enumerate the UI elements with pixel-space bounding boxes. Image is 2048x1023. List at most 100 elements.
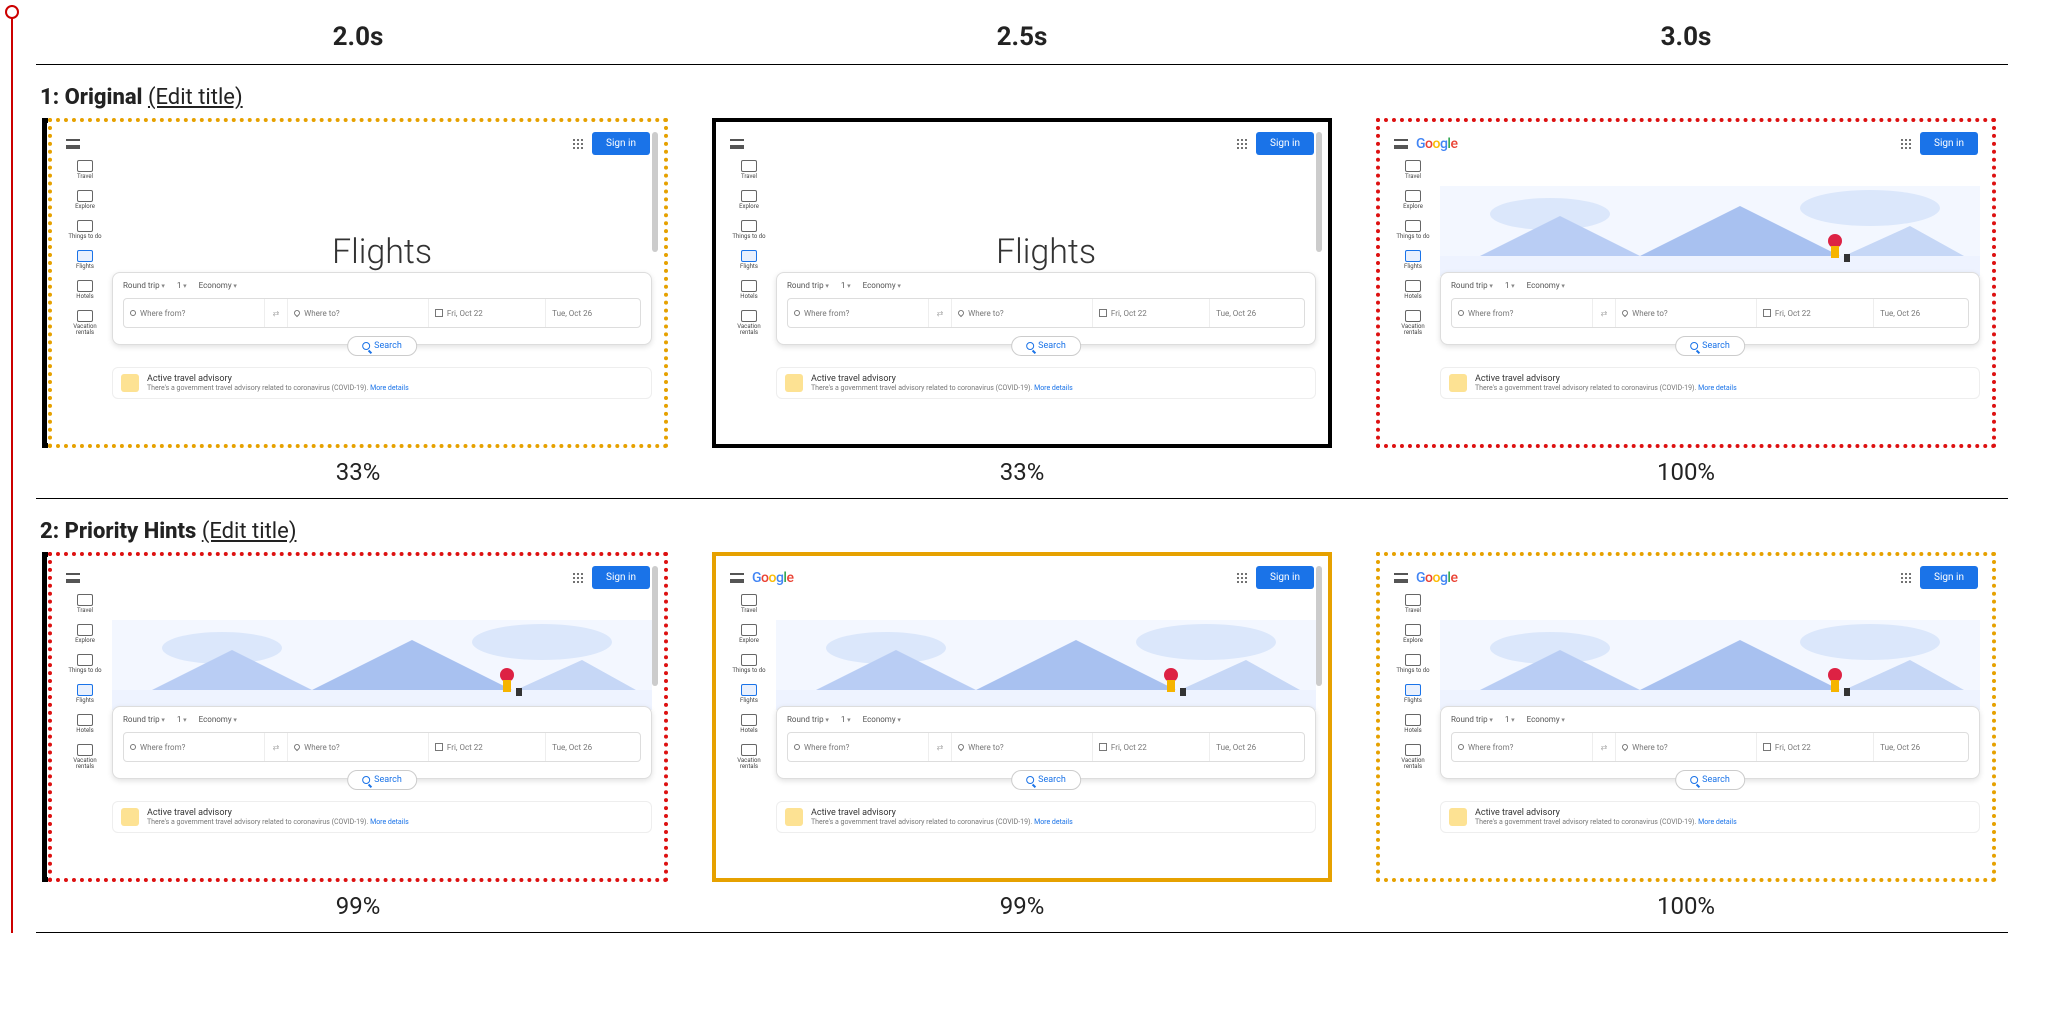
search-icon	[362, 342, 370, 350]
trip-type-chip: Round trip	[787, 715, 829, 724]
sidebar: Travel Explore Things to do Flights Hote…	[1392, 160, 1434, 346]
from-field: Where from?	[124, 733, 265, 761]
to-field: Where to?	[1616, 733, 1757, 761]
frame-wrap: Google Sign in Travel Explore Things to …	[712, 552, 1332, 882]
frame[interactable]: Google Sign in Travel Explore Things to …	[1376, 552, 1996, 882]
frame[interactable]: Google Sign in Travel Explore Things to …	[48, 552, 668, 882]
flights-page-thumbnail: Google Sign in Travel Explore Things to …	[720, 126, 1324, 440]
sign-in-button: Sign in	[1920, 566, 1978, 589]
hero-title: Flights	[332, 232, 432, 272]
search-button: Search	[347, 770, 417, 790]
pax-chip: 1	[177, 281, 187, 290]
trip-type-chip: Round trip	[787, 281, 829, 290]
time-header-row: 2.0s 2.5s 3.0s	[36, 10, 2008, 65]
apps-icon	[1900, 572, 1912, 584]
advisory-body: There's a government travel advisory rel…	[811, 818, 1073, 826]
warning-icon	[1449, 374, 1467, 392]
search-icon	[362, 776, 370, 784]
cabin-chip: Economy	[199, 715, 237, 724]
run-name: : Priority Hints	[53, 519, 197, 544]
google-logo: Google	[752, 570, 793, 586]
search-card: Round trip 1 Economy Where from? ⇄ Where…	[776, 706, 1316, 779]
frame[interactable]: Google Sign in Travel Explore Things to …	[48, 118, 668, 448]
frame-wrap: Google Sign in Travel Explore Things to …	[48, 118, 668, 448]
scrollbar	[1316, 132, 1322, 252]
advisory-banner: Active travel advisory There's a governm…	[1440, 801, 1980, 833]
hero: Flights	[1440, 590, 1980, 710]
date-return-field: Tue, Oct 26	[1874, 733, 1968, 761]
flights-page-thumbnail: Google Sign in Travel Explore Things to …	[1384, 126, 1988, 440]
to-field: Where to?	[1616, 299, 1757, 327]
apps-icon	[572, 138, 584, 150]
search-button: Search	[1011, 336, 1081, 356]
visual-complete-pct: 33%	[336, 458, 381, 486]
search-icon	[1690, 776, 1698, 784]
date-depart-field: Fri, Oct 22	[1757, 733, 1874, 761]
advisory-title: Active travel advisory	[811, 808, 1073, 818]
date-depart-field: Fri, Oct 22	[429, 733, 546, 761]
edit-title-link[interactable]: (Edit title)	[202, 519, 297, 544]
advisory-more-link: More details	[370, 384, 409, 392]
advisory-title: Active travel advisory	[1475, 808, 1737, 818]
run-index: 1	[40, 85, 53, 110]
to-field: Where to?	[952, 733, 1093, 761]
to-field: Where to?	[288, 733, 429, 761]
hero: Flights	[112, 156, 652, 276]
filmstrip-cell: Google Sign in Travel Explore Things to …	[36, 552, 680, 920]
advisory-more-link: More details	[1698, 384, 1737, 392]
menu-icon	[730, 573, 744, 583]
cabin-chip: Economy	[1527, 281, 1565, 290]
run-title: 1: Original (Edit title)	[36, 65, 2048, 118]
warning-icon	[121, 808, 139, 826]
scrollbar	[652, 566, 658, 686]
date-depart-field: Fri, Oct 22	[429, 299, 546, 327]
hero: Flights	[1440, 156, 1980, 276]
advisory-banner: Active travel advisory There's a governm…	[776, 801, 1316, 833]
search-icon	[1026, 776, 1034, 784]
pax-chip: 1	[841, 281, 851, 290]
search-icon	[1026, 342, 1034, 350]
hero-illustration	[776, 620, 1316, 710]
apps-icon	[1900, 138, 1912, 150]
swap-icon: ⇄	[265, 733, 288, 761]
sidebar: Travel Explore Things to do Flights Hote…	[1392, 594, 1434, 780]
apps-icon	[1236, 138, 1248, 150]
sign-in-button: Sign in	[1256, 566, 1314, 589]
frame[interactable]: Google Sign in Travel Explore Things to …	[712, 118, 1332, 448]
search-card: Round trip 1 Economy Where from? ⇄ Where…	[112, 706, 652, 779]
warning-icon	[1449, 808, 1467, 826]
frame[interactable]: Google Sign in Travel Explore Things to …	[712, 552, 1332, 882]
search-button: Search	[1675, 770, 1745, 790]
date-return-field: Tue, Oct 26	[1210, 299, 1304, 327]
swap-icon: ⇄	[1593, 733, 1616, 761]
warning-icon	[785, 374, 803, 392]
swap-icon: ⇄	[1593, 299, 1616, 327]
advisory-more-link: More details	[1698, 818, 1737, 826]
scrollbar	[652, 132, 658, 252]
date-return-field: Tue, Oct 26	[1874, 299, 1968, 327]
frame[interactable]: Google Sign in Travel Explore Things to …	[1376, 118, 1996, 448]
visual-complete-pct: 99%	[1000, 892, 1045, 920]
date-return-field: Tue, Oct 26	[1210, 733, 1304, 761]
trip-type-chip: Round trip	[1451, 281, 1493, 290]
menu-icon	[1394, 139, 1408, 149]
flights-page-thumbnail: Google Sign in Travel Explore Things to …	[720, 560, 1324, 874]
advisory-more-link: More details	[1034, 818, 1073, 826]
sign-in-button: Sign in	[1920, 132, 1978, 155]
menu-icon	[1394, 573, 1408, 583]
from-field: Where from?	[1452, 299, 1593, 327]
to-field: Where to?	[952, 299, 1093, 327]
hero-illustration	[1440, 186, 1980, 276]
timeline-marker	[5, 5, 19, 19]
filmstrip-cell: Google Sign in Travel Explore Things to …	[700, 552, 1344, 920]
sidebar: Travel Explore Things to do Flights Hote…	[728, 594, 770, 780]
search-button: Search	[347, 336, 417, 356]
edit-title-link[interactable]: (Edit title)	[148, 85, 243, 110]
advisory-body: There's a government travel advisory rel…	[147, 818, 409, 826]
apps-icon	[1236, 572, 1248, 584]
pax-chip: 1	[177, 715, 187, 724]
trip-type-chip: Round trip	[123, 281, 165, 290]
advisory-more-link: More details	[1034, 384, 1073, 392]
swap-icon: ⇄	[265, 299, 288, 327]
trip-type-chip: Round trip	[1451, 715, 1493, 724]
